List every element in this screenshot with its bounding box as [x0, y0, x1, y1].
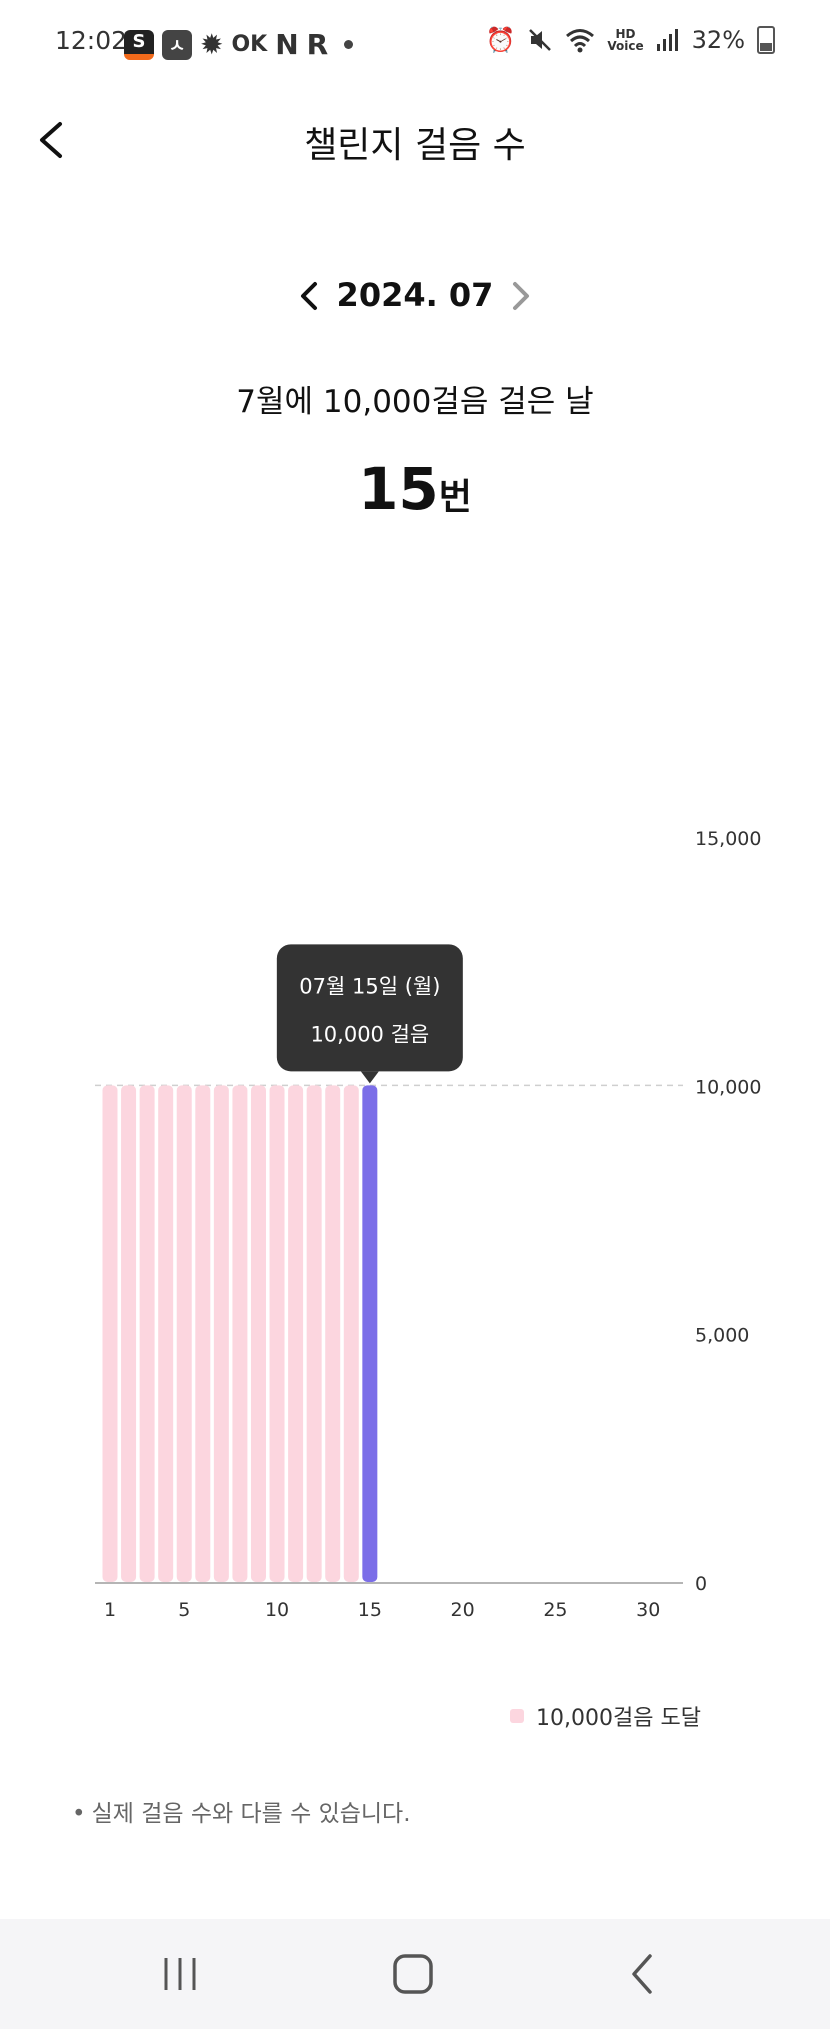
page-title: 챌린지 걸음 수	[304, 125, 526, 166]
app-header: 챌린지 걸음 수	[0, 90, 830, 190]
tooltip-date: 07월 15일 (월)	[299, 974, 440, 998]
bar	[269, 1085, 285, 1582]
tooltip-pointer	[360, 1071, 379, 1084]
steps-bar-chart: 05,00010,00015,0001 5 10 15 20 25 3007월 15일 (월…	[95, 828, 761, 1620]
bar	[121, 1085, 137, 1582]
bar	[158, 1085, 174, 1582]
n-icon: N	[275, 28, 299, 61]
tooltip-steps: 10,000 걸음	[310, 1022, 429, 1046]
ye-app-icon: ㅅ	[162, 29, 192, 60]
summary-text: 7월에 10,000걸음 걸은 날	[236, 384, 594, 420]
alarm-icon: ⏰	[485, 26, 516, 54]
next-month-button[interactable]	[500, 276, 540, 316]
x-tick-label: 1	[104, 1599, 116, 1620]
system-icons: ⏰ HD Voice 32%	[486, 26, 775, 54]
system-navigation-bar	[0, 1919, 830, 2029]
legend-label: 10,000걸음 도달	[536, 1706, 701, 1731]
home-icon	[393, 1954, 433, 1994]
bar	[325, 1085, 341, 1582]
home-button[interactable]	[383, 1944, 443, 2004]
x-tick-label: 15	[358, 1599, 382, 1620]
s-app-icon: S	[124, 29, 154, 60]
chevron-right-icon	[513, 282, 529, 310]
selected-bar	[362, 1085, 378, 1582]
x-tick-label: 10	[265, 1599, 289, 1620]
bar	[232, 1085, 248, 1582]
bar	[102, 1085, 118, 1582]
y-tick-label: 15,000	[695, 828, 761, 850]
bar	[176, 1085, 192, 1582]
x-tick-label: 25	[543, 1599, 567, 1620]
summary-count: 15번	[0, 455, 830, 523]
bar	[139, 1085, 155, 1582]
r-icon: R	[306, 28, 329, 61]
system-back-button[interactable]	[614, 1944, 674, 2004]
footnote-text: 실제 걸음 수와 다를 수 있습니다.	[91, 1801, 411, 1827]
battery-percent: 32%	[691, 26, 745, 54]
recent-apps-button[interactable]	[150, 1944, 210, 2004]
more-dot-icon	[344, 40, 354, 49]
bar	[343, 1085, 359, 1582]
notification-icons: S ㅅ ✹ OK N R	[124, 27, 354, 61]
chart-legend: 10,000걸음 도달	[510, 1700, 701, 1732]
footnote: • 실제 걸음 수와 다를 수 있습니다.	[72, 1794, 411, 1828]
tooltip-box	[276, 944, 463, 1072]
bar	[213, 1085, 229, 1582]
battery-icon	[757, 26, 775, 54]
count-number: 15	[358, 455, 439, 523]
bar	[250, 1085, 266, 1582]
bar	[195, 1085, 211, 1582]
month-label: 2024. 07	[336, 276, 494, 314]
back-icon	[632, 1954, 652, 1994]
y-tick-label: 10,000	[695, 1076, 761, 1098]
x-tick-label: 30	[636, 1599, 660, 1620]
status-time: 12:02	[55, 26, 128, 55]
hd-voice-icon: HD Voice	[607, 28, 643, 52]
ok-icon: OK	[231, 32, 268, 57]
voice-label: Voice	[607, 39, 644, 53]
bullet-icon: •	[72, 1801, 86, 1827]
wifi-icon	[566, 29, 595, 53]
recent-apps-icon	[164, 1958, 196, 1990]
gear-badge-icon: ✹	[200, 27, 224, 61]
y-tick-label: 5,000	[695, 1325, 749, 1347]
count-unit: 번	[438, 477, 472, 518]
signal-icon	[656, 29, 678, 51]
x-tick-label: 5	[178, 1599, 190, 1620]
bar	[306, 1085, 322, 1582]
y-tick-label: 0	[695, 1573, 707, 1595]
month-navigator: 2024. 07	[0, 268, 830, 324]
bar	[288, 1085, 304, 1582]
mute-icon	[529, 29, 552, 51]
legend-swatch	[510, 1709, 524, 1723]
x-tick-label: 20	[451, 1599, 475, 1620]
status-bar: 12:02 S ㅅ ✹ OK N R ⏰ HD Voice 32%	[0, 0, 830, 90]
